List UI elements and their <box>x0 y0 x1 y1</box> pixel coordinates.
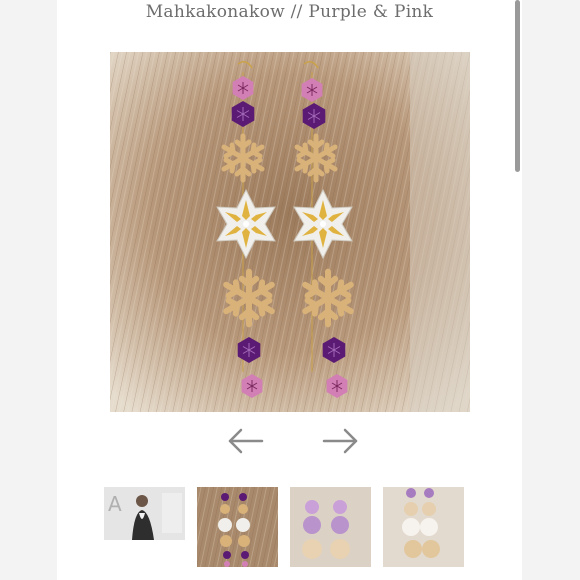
arrow-left-icon[interactable] <box>226 426 266 456</box>
svg-text:A: A <box>108 492 122 516</box>
product-title: Mahkakonakow // Purple & Pink <box>145 2 434 22</box>
arrow-right-icon[interactable] <box>320 426 360 456</box>
main-product-image[interactable] <box>110 52 470 412</box>
thumbnail-1[interactable]: A <box>104 487 185 540</box>
thumbnail-4[interactable] <box>383 487 464 567</box>
thumbnail-3[interactable] <box>290 487 371 567</box>
thumbnail-strip: A <box>0 487 580 567</box>
thumbnail-2[interactable] <box>197 487 278 567</box>
